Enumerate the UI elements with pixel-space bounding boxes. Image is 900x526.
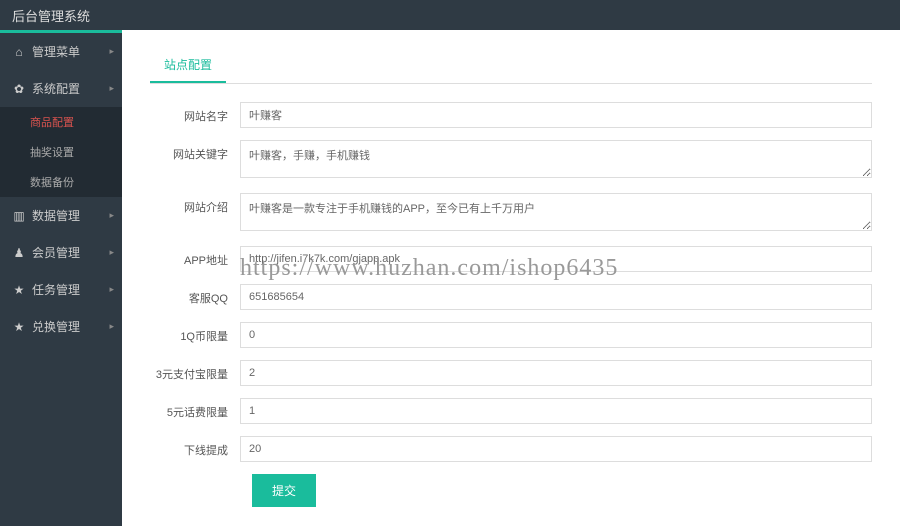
submenu-item-lottery[interactable]: 抽奖设置 <box>0 137 122 167</box>
keywords-textarea[interactable]: 叶赚客，手赚，手机赚钱 <box>240 140 872 178</box>
sidebar-item-label: 兑换管理 <box>32 318 80 335</box>
submenu-item-backup[interactable]: 数据备份 <box>0 167 122 197</box>
sidebar-item-label: 会员管理 <box>32 244 80 261</box>
sidebar: ⌂ 管理菜单 ▸ ✿ 系统配置 ▸ 商品配置 抽奖设置 数据备份 ▥ 数据管理 … <box>0 30 122 526</box>
cogs-icon: ✿ <box>12 82 26 96</box>
sidebar-item-label: 管理菜单 <box>32 43 80 60</box>
sidebar-item-exchange[interactable]: ★ 兑换管理 ▸ <box>0 308 122 345</box>
label-app-url: APP地址 <box>150 246 240 268</box>
tabs: 站点配置 <box>150 48 872 84</box>
chevron-right-icon: ▸ <box>109 83 114 94</box>
chevron-right-icon: ▸ <box>109 284 114 295</box>
alipay-limit-input[interactable] <box>240 360 872 386</box>
label-site-name: 网站名字 <box>150 102 240 124</box>
label-qq: 客服QQ <box>150 284 240 306</box>
sidebar-item-label: 任务管理 <box>32 281 80 298</box>
phone-limit-input[interactable] <box>240 398 872 424</box>
sidebar-item-config[interactable]: ✿ 系统配置 ▸ <box>0 70 122 107</box>
tab-site-config[interactable]: 站点配置 <box>150 48 226 83</box>
intro-textarea[interactable]: 叶赚客是一款专注于手机赚钱的APP，至今已有上千万用户 <box>240 193 872 231</box>
chevron-right-icon: ▸ <box>109 321 114 332</box>
label-downline: 下线提成 <box>150 436 240 458</box>
submenu-item-site-config[interactable]: 商品配置 <box>0 107 122 137</box>
app-url-input[interactable] <box>240 246 872 272</box>
sidebar-item-menu[interactable]: ⌂ 管理菜单 ▸ <box>0 33 122 70</box>
chevron-right-icon: ▸ <box>109 210 114 221</box>
sidebar-item-label: 系统配置 <box>32 80 80 97</box>
app-title: 后台管理系统 <box>12 6 90 25</box>
home-icon: ⌂ <box>12 45 26 59</box>
qq-input[interactable] <box>240 284 872 310</box>
submenu: 商品配置 抽奖设置 数据备份 <box>0 107 122 197</box>
submit-button[interactable]: 提交 <box>252 474 316 507</box>
chevron-right-icon: ▸ <box>109 46 114 57</box>
label-keywords: 网站关键字 <box>150 140 240 162</box>
q-limit-input[interactable] <box>240 322 872 348</box>
label-intro: 网站介绍 <box>150 193 240 215</box>
star-icon: ★ <box>12 320 26 334</box>
site-name-input[interactable] <box>240 102 872 128</box>
star-icon: ★ <box>12 283 26 297</box>
downline-input[interactable] <box>240 436 872 462</box>
bar-chart-icon: ▥ <box>12 209 26 223</box>
sidebar-item-task[interactable]: ★ 任务管理 ▸ <box>0 271 122 308</box>
sidebar-item-data[interactable]: ▥ 数据管理 ▸ <box>0 197 122 234</box>
main-content: 站点配置 网站名字 网站关键字 叶赚客，手赚，手机赚钱 网站介绍 叶赚客是一款专… <box>122 30 900 526</box>
sidebar-item-member[interactable]: ♟ 会员管理 ▸ <box>0 234 122 271</box>
user-icon: ♟ <box>12 246 26 260</box>
sidebar-item-label: 数据管理 <box>32 207 80 224</box>
topbar: 后台管理系统 <box>0 0 900 30</box>
label-phone-limit: 5元话费限量 <box>150 398 240 420</box>
label-alipay-limit: 3元支付宝限量 <box>150 360 240 382</box>
chevron-right-icon: ▸ <box>109 247 114 258</box>
label-q-limit: 1Q币限量 <box>150 322 240 344</box>
